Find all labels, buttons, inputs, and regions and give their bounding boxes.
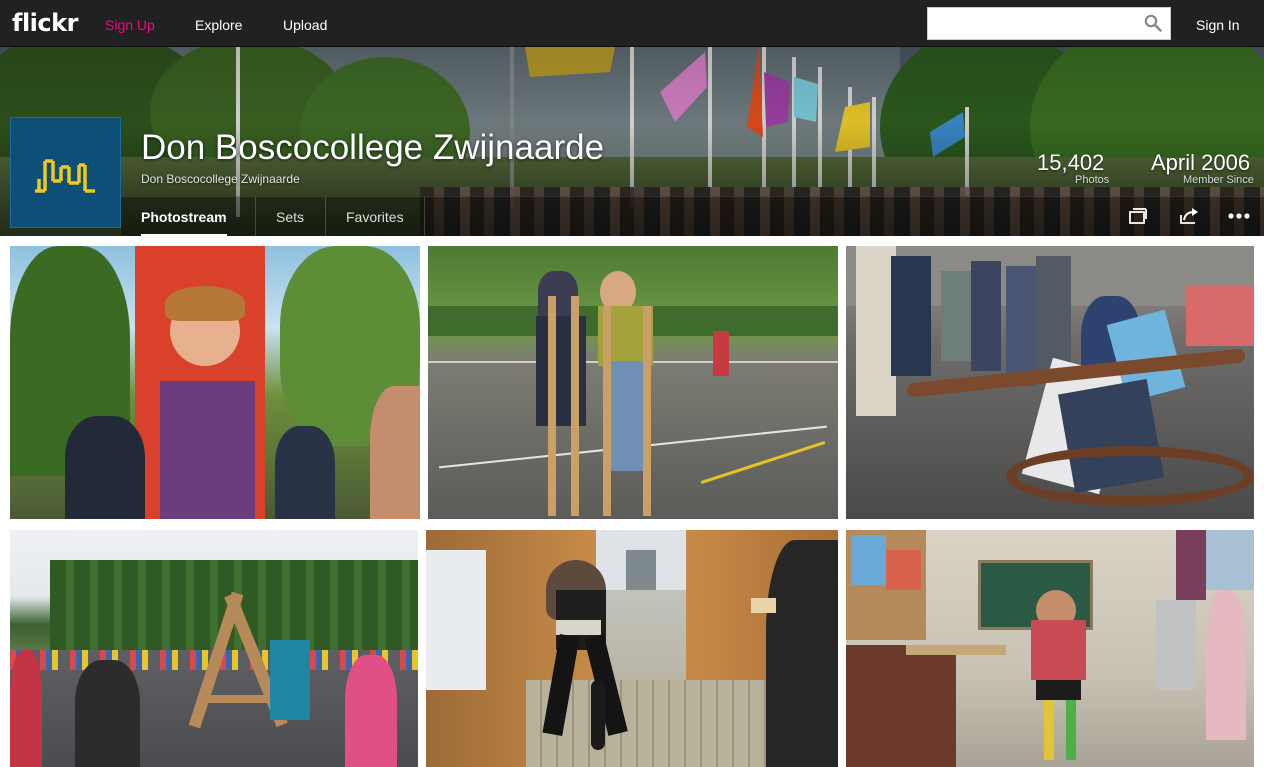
- explore-link[interactable]: Explore: [195, 17, 242, 33]
- profile-name: Don Boscocollege Zwijnaarde: [141, 128, 605, 167]
- more-icon[interactable]: [1228, 207, 1250, 225]
- tab-divider: [325, 197, 326, 237]
- profile-subtitle: Don Boscocollege Zwijnaarde: [141, 172, 300, 186]
- sign-in-link[interactable]: Sign In: [1196, 17, 1240, 33]
- tab-favorites[interactable]: Favorites: [346, 197, 404, 237]
- photo-boy-hanging-red-shirt[interactable]: [10, 246, 420, 519]
- photo-tug-of-war[interactable]: [846, 246, 1254, 519]
- member-since-date: April 2006: [1151, 150, 1251, 175]
- tab-divider: [255, 197, 256, 237]
- photos-count: 15,402: [1037, 150, 1105, 175]
- tab-sets[interactable]: Sets: [276, 197, 304, 237]
- photo-stilts-walking[interactable]: [428, 246, 838, 519]
- flickr-logo[interactable]: flickr: [12, 9, 78, 37]
- search-box: [927, 7, 1171, 40]
- profile-tabs: Photostream Sets Favorites: [121, 196, 1264, 237]
- tab-photostream[interactable]: Photostream: [141, 197, 227, 237]
- tab-divider: [424, 197, 425, 237]
- upload-link[interactable]: Upload: [283, 17, 327, 33]
- photo-classroom-jump-rope[interactable]: [846, 530, 1254, 767]
- slideshow-icon[interactable]: [1126, 207, 1148, 225]
- school-logo-icon: [35, 159, 95, 193]
- search-input[interactable]: [928, 8, 1140, 39]
- share-icon[interactable]: [1178, 207, 1200, 225]
- photo-jump-rope-playground[interactable]: [10, 530, 418, 767]
- member-since-label: Member Since: [1183, 174, 1254, 186]
- sign-up-link[interactable]: Sign Up: [105, 17, 155, 33]
- photos-label: Photos: [1075, 174, 1110, 186]
- search-icon[interactable]: [1144, 14, 1162, 32]
- profile-avatar[interactable]: [10, 117, 121, 228]
- top-navigation-bar: flickr Sign Up Explore Upload Sign In: [0, 0, 1264, 47]
- photo-bike-in-corridor[interactable]: [426, 530, 838, 767]
